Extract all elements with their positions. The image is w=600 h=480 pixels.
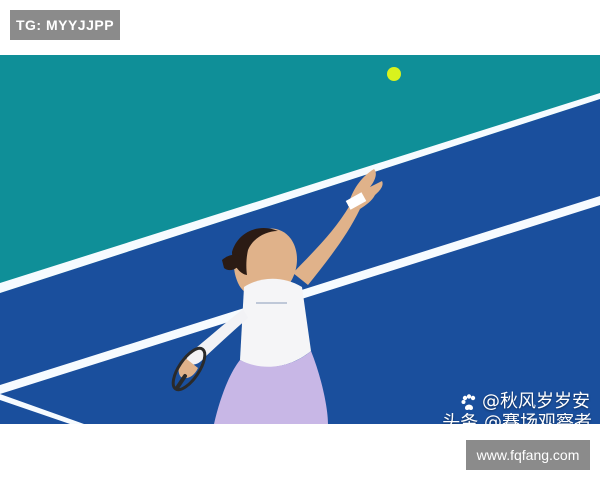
paw-icon — [461, 394, 476, 410]
watermark-secondary: 头条 @赛场观察者 — [442, 413, 592, 424]
bottom-badge: www.fqfang.com — [466, 440, 590, 470]
player-top — [240, 278, 311, 368]
watermark-primary-text: @秋风岁岁安 — [482, 391, 590, 412]
page: TG: MYYJJPP @秋风岁岁安 头条 @赛场观察者 www.fqfang.… — [0, 0, 600, 480]
tennis-photo — [0, 55, 600, 424]
tennis-ball — [387, 67, 401, 81]
tennis-photo-svg — [0, 55, 600, 424]
watermark-primary: @秋风岁岁安 — [460, 392, 590, 412]
top-badge: TG: MYYJJPP — [10, 10, 120, 40]
